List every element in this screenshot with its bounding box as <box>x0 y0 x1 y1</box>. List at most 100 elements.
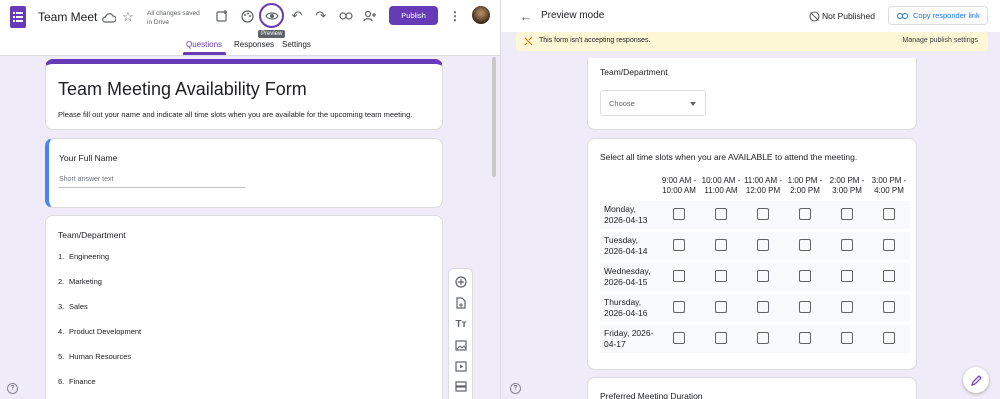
add-image-icon[interactable] <box>454 338 468 352</box>
grid-checkbox[interactable] <box>757 239 769 251</box>
grid-checkbox[interactable] <box>799 239 811 251</box>
banner-text: This form isn't accepting responses. <box>539 37 651 44</box>
not-accepting-banner: This form isn't accepting responses. Man… <box>516 32 988 51</box>
grid-checkbox[interactable] <box>757 301 769 313</box>
tab-settings[interactable]: Settings <box>282 40 311 49</box>
responses-off-icon <box>522 36 534 47</box>
grid-checkbox[interactable] <box>799 301 811 313</box>
grid-column-header: 9:00 AM -10:00 AM <box>661 176 697 195</box>
preview-department-card: Team/Department Choose <box>587 58 917 130</box>
question-title[interactable]: Team/Department <box>58 230 126 240</box>
help-icon[interactable]: ? <box>510 383 521 394</box>
edit-pencil-icon[interactable] <box>963 367 989 393</box>
form-title[interactable]: Team Meeting Availability Form <box>58 79 307 100</box>
add-video-icon[interactable] <box>454 359 468 373</box>
link-icon <box>897 12 908 19</box>
option-row[interactable]: 4. Product Development <box>58 327 141 352</box>
redo-icon[interactable]: ↷ <box>314 8 328 24</box>
more-options-icon[interactable]: ⋮ <box>449 8 461 24</box>
short-answer-underline <box>59 187 245 188</box>
grid-checkbox[interactable] <box>757 208 769 220</box>
grid-checkbox[interactable] <box>799 270 811 282</box>
grid-checkbox[interactable] <box>715 332 727 344</box>
grid-row-label: Wednesday, 2026-04-15 <box>600 263 658 291</box>
preview-pane: ← Preview mode Not Published Copy respon… <box>500 0 1000 399</box>
grid-checkbox[interactable] <box>841 270 853 282</box>
grid-checkbox[interactable] <box>799 332 811 344</box>
option-row[interactable]: 6. Finance <box>58 377 141 399</box>
grid-row: Tuesday, 2026-04-14 <box>600 232 910 260</box>
avatar[interactable] <box>472 6 490 24</box>
add-question-icon[interactable] <box>454 275 468 289</box>
grid-checkbox[interactable] <box>883 332 895 344</box>
option-row[interactable]: 5. Human Resources <box>58 352 141 377</box>
manage-publish-settings-link[interactable]: Manage publish settings <box>903 37 979 44</box>
grid-checkbox[interactable] <box>883 239 895 251</box>
add-section-icon[interactable] <box>454 379 468 393</box>
star-icon[interactable]: ☆ <box>120 9 136 25</box>
short-answer-placeholder: Short answer text <box>59 176 114 183</box>
preview-eye-icon[interactable] <box>259 3 284 28</box>
department-dropdown[interactable]: Choose <box>600 90 706 116</box>
grid-row: Friday, 2026- 04-17 <box>600 325 910 353</box>
grid-row: Monday, 2026-04-13 <box>600 201 910 229</box>
form-description[interactable]: Please fill out your name and indicate a… <box>58 110 412 119</box>
question-title: Preferred Meeting Duration <box>600 391 703 399</box>
grid-checkbox[interactable] <box>673 301 685 313</box>
move-to-folder-icon[interactable] <box>101 9 117 25</box>
editor-scrollbar[interactable] <box>492 57 496 177</box>
grid-row-label: Tuesday, 2026-04-14 <box>600 232 658 260</box>
palette-icon[interactable] <box>239 8 255 24</box>
grid-checkbox[interactable] <box>883 301 895 313</box>
grid-checkbox[interactable] <box>673 332 685 344</box>
copy-responder-link-button[interactable]: Copy responder link <box>888 6 988 25</box>
grid-checkbox[interactable] <box>841 239 853 251</box>
tab-responses[interactable]: Responses <box>234 40 274 49</box>
floating-toolbar: Tт <box>448 268 473 399</box>
add-collaborators-icon[interactable] <box>362 8 378 24</box>
grid-checkbox[interactable] <box>715 208 727 220</box>
grid-row: Thursday, 2026-04-16 <box>600 294 910 322</box>
back-arrow-icon[interactable]: ← <box>519 8 533 24</box>
grid-column-header: 10:00 AM -11:00 AM <box>701 176 741 195</box>
grid-checkbox[interactable] <box>715 301 727 313</box>
save-status-line2: in Drive <box>147 19 170 26</box>
option-row[interactable]: 2. Marketing <box>58 277 141 302</box>
forms-logo-icon[interactable] <box>10 6 26 28</box>
preview-availability-grid-card: Select all time slots when you are AVAIL… <box>587 138 917 370</box>
grid-checkbox[interactable] <box>673 208 685 220</box>
grid-checkbox[interactable] <box>841 332 853 344</box>
grid-checkbox[interactable] <box>715 270 727 282</box>
grid-checkbox[interactable] <box>673 270 685 282</box>
option-row[interactable]: 3. Sales <box>58 302 141 327</box>
customize-addons-icon[interactable] <box>214 8 230 24</box>
grid-checkbox[interactable] <box>883 208 895 220</box>
publish-button[interactable]: Publish <box>389 6 438 25</box>
question-card-department[interactable]: Team/Department 1. Engineering 2. Marketin… <box>45 215 443 399</box>
grid-checkbox[interactable] <box>841 208 853 220</box>
add-title-icon[interactable]: Tт <box>454 317 468 331</box>
grid-checkbox[interactable] <box>883 270 895 282</box>
undo-icon[interactable]: ↶ <box>290 8 304 24</box>
grid-checkbox[interactable] <box>757 270 769 282</box>
option-row[interactable]: 1. Engineering <box>58 252 141 277</box>
grid-column-header: 11:00 AM -12:00 PM <box>743 176 783 195</box>
grid-checkbox[interactable] <box>673 239 685 251</box>
preview-mode-label: Preview mode <box>541 10 605 21</box>
question-title[interactable]: Your Full Name <box>59 153 117 163</box>
form-editor-pane: Team Meeting Availability ☆ All changes … <box>0 0 500 399</box>
help-icon[interactable]: ? <box>7 383 18 394</box>
import-questions-icon[interactable] <box>454 296 468 310</box>
form-header-card[interactable]: Team Meeting Availability Form Please fi… <box>45 59 443 130</box>
tab-questions[interactable]: Questions <box>186 40 222 49</box>
grid-checkbox[interactable] <box>799 208 811 220</box>
form-title-field[interactable]: Team Meeting Availability <box>38 10 98 24</box>
grid-row-label: Monday, 2026-04-13 <box>600 201 658 229</box>
grid-checkbox[interactable] <box>841 301 853 313</box>
link-icon[interactable] <box>338 8 354 24</box>
grid-checkbox[interactable] <box>757 332 769 344</box>
grid-checkbox[interactable] <box>715 239 727 251</box>
question-card-full-name[interactable]: Your Full Name Short answer text <box>45 138 443 208</box>
save-status: All changes saved in Drive <box>147 9 200 27</box>
question-title: Team/Department <box>600 67 668 77</box>
